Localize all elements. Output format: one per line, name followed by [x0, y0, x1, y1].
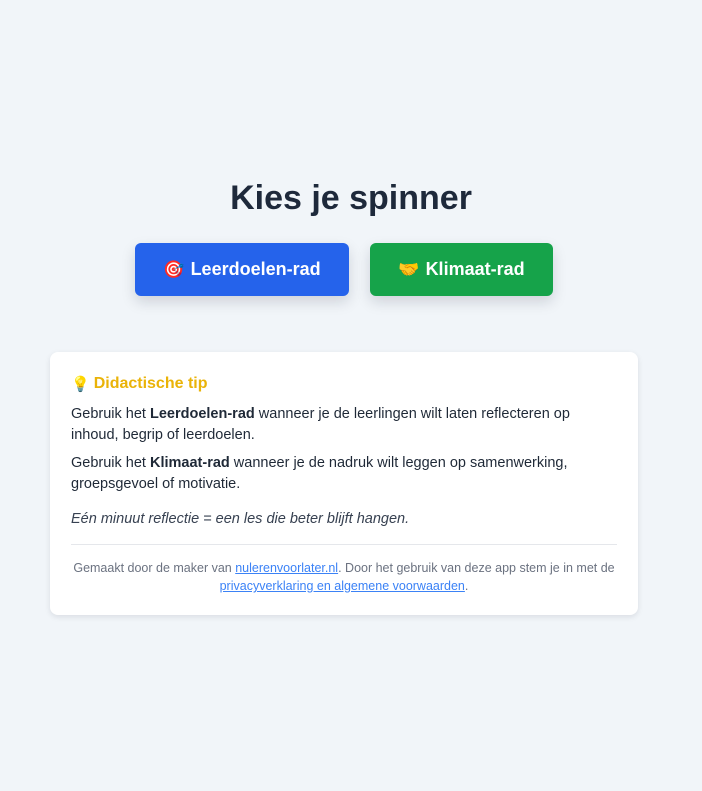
tip-title: Didactische tip — [93, 375, 208, 392]
nulerenvoorlater-link[interactable]: nulerenvoorlater.nl — [235, 561, 338, 575]
leerdoelen-rad-button[interactable]: 🎯 Leerdoelen-rad — [135, 243, 349, 296]
tip-paragraph-leerdoelen: Gebruik het Leerdoelen-rad wanneer je de… — [71, 406, 570, 443]
lightbulb-icon: 💡 — [71, 375, 90, 393]
footer-text: Gemaakt door de maker van nulerenvoorlat… — [73, 561, 615, 593]
klimaat-rad-mention: Klimaat-rad — [150, 455, 230, 471]
target-icon: 🎯 — [163, 259, 185, 280]
page-title: Kies je spinner — [230, 179, 472, 217]
tip-heading: 💡 Didactische tip — [71, 374, 617, 394]
privacy-terms-link[interactable]: privacyverklaring en algemene voorwaarde… — [220, 579, 465, 593]
tip-quote: Eén minuut reflectie = een les die beter… — [71, 511, 410, 527]
klimaat-rad-button[interactable]: 🤝 Klimaat-rad — [370, 243, 553, 296]
handshake-icon: 🤝 — [398, 259, 420, 280]
tip-paragraph-klimaat: Gebruik het Klimaat-rad wanneer je de na… — [71, 455, 568, 492]
leerdoelen-rad-mention: Leerdoelen-rad — [150, 406, 255, 422]
leerdoelen-rad-label: Leerdoelen-rad — [190, 259, 321, 279]
divider — [71, 544, 617, 545]
klimaat-rad-label: Klimaat-rad — [425, 259, 525, 279]
didactic-tip-card: 💡 Didactische tip Gebruik het Leerdoelen… — [50, 352, 638, 615]
